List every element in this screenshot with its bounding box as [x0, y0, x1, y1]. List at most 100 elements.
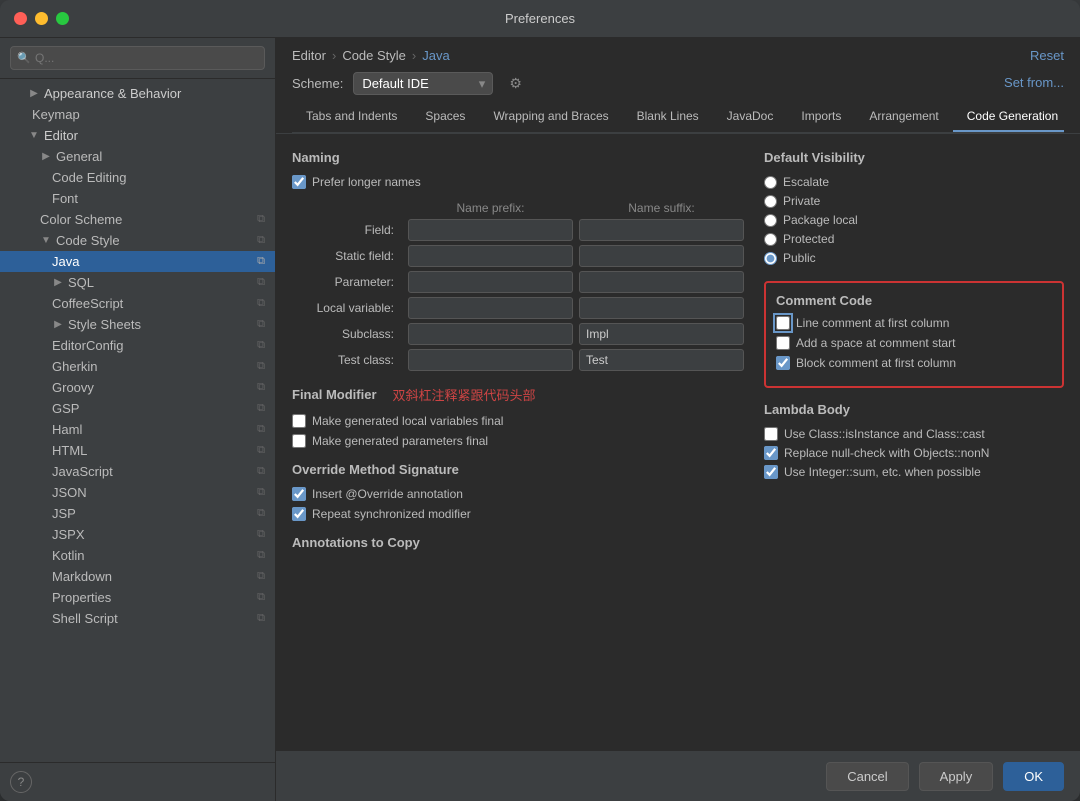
- breadcrumb-editor[interactable]: Editor: [292, 48, 326, 63]
- sidebar-item-editor[interactable]: ▼ Editor: [0, 125, 275, 146]
- field-prefix-input[interactable]: [408, 219, 573, 241]
- sidebar-item-stylesheets[interactable]: ▶ Style Sheets ⧉: [0, 314, 275, 335]
- static-field-suffix-input[interactable]: [579, 245, 744, 267]
- sidebar-item-shell-script[interactable]: Shell Script ⧉: [0, 608, 275, 629]
- static-field-label: Static field:: [292, 249, 402, 263]
- use-integer-sum-row: Use Integer::sum, etc. when possible: [764, 465, 1064, 479]
- titlebar: Preferences: [0, 0, 1080, 38]
- public-radio-row: Public: [764, 251, 1064, 265]
- sidebar-item-color-scheme[interactable]: Color Scheme ⧉: [0, 209, 275, 230]
- subclass-suffix-input[interactable]: [579, 323, 744, 345]
- replace-null-check-checkbox[interactable]: [764, 446, 778, 460]
- ok-button[interactable]: OK: [1003, 762, 1064, 791]
- visibility-section: Default Visibility Escalate Private Pack…: [764, 150, 1064, 265]
- tab-imports[interactable]: Imports: [787, 102, 855, 132]
- search-input[interactable]: [10, 46, 265, 70]
- escalate-radio[interactable]: [764, 176, 777, 189]
- prefer-longer-checkbox[interactable]: [292, 175, 306, 189]
- private-radio-row: Private: [764, 194, 1064, 208]
- tab-blank-lines[interactable]: Blank Lines: [623, 102, 713, 132]
- sidebar-item-javascript[interactable]: JavaScript ⧉: [0, 461, 275, 482]
- sidebar-item-label: Color Scheme: [40, 212, 122, 227]
- tab-javadoc[interactable]: JavaDoc: [713, 102, 788, 132]
- tab-wrapping-braces[interactable]: Wrapping and Braces: [479, 102, 622, 132]
- local-var-prefix-input[interactable]: [408, 297, 573, 319]
- test-class-label: Test class:: [292, 353, 402, 367]
- use-class-instance-checkbox[interactable]: [764, 427, 778, 441]
- help-button[interactable]: ?: [10, 771, 32, 793]
- line-comment-checkbox[interactable]: [776, 316, 790, 330]
- content-area: Editor › Code Style › Java Reset Scheme:: [276, 38, 1080, 801]
- breadcrumb-java[interactable]: Java: [422, 48, 449, 63]
- sidebar-item-haml[interactable]: Haml ⧉: [0, 419, 275, 440]
- sidebar-item-gsp[interactable]: GSP ⧉: [0, 398, 275, 419]
- gear-button[interactable]: ⚙: [503, 73, 528, 94]
- minimize-button[interactable]: [35, 12, 48, 25]
- tab-arrangement[interactable]: Arrangement: [855, 102, 952, 132]
- scheme-label: Scheme:: [292, 76, 343, 91]
- use-class-instance-label: Use Class::isInstance and Class::cast: [784, 427, 985, 441]
- window-controls: [14, 12, 69, 25]
- tab-code-generation[interactable]: Code Generation: [953, 102, 1064, 132]
- sidebar-item-html[interactable]: HTML ⧉: [0, 440, 275, 461]
- subclass-prefix-input[interactable]: [408, 323, 573, 345]
- sidebar-item-keymap[interactable]: Keymap: [0, 104, 275, 125]
- local-var-suffix-input[interactable]: [579, 297, 744, 319]
- block-comment-checkbox[interactable]: [776, 356, 790, 370]
- sidebar-item-label: GSP: [52, 401, 79, 416]
- test-class-suffix-input[interactable]: [579, 349, 744, 371]
- sidebar-item-gherkin[interactable]: Gherkin ⧉: [0, 356, 275, 377]
- make-params-final-checkbox[interactable]: [292, 434, 306, 448]
- scheme-select[interactable]: Default IDE: [353, 72, 493, 95]
- sidebar-item-label: CoffeeScript: [52, 296, 123, 311]
- set-from-link[interactable]: Set from...: [1004, 71, 1064, 96]
- repeat-synchronized-checkbox[interactable]: [292, 507, 306, 521]
- sidebar-item-sql[interactable]: ▶ SQL ⧉: [0, 272, 275, 293]
- sidebar-item-properties[interactable]: Properties ⧉: [0, 587, 275, 608]
- maximize-button[interactable]: [56, 12, 69, 25]
- protected-radio[interactable]: [764, 233, 777, 246]
- name-prefix-header: Name prefix:: [408, 201, 573, 215]
- sidebar-item-general[interactable]: ▶ General: [0, 146, 275, 167]
- sidebar-item-coffeescript[interactable]: CoffeeScript ⧉: [0, 293, 275, 314]
- sidebar-item-jspx[interactable]: JSPX ⧉: [0, 524, 275, 545]
- add-space-checkbox[interactable]: [776, 336, 790, 350]
- sidebar-item-code-editing[interactable]: Code Editing: [0, 167, 275, 188]
- scheme-row: Scheme: Default IDE ⚙ Set from...: [292, 71, 1064, 96]
- field-suffix-input[interactable]: [579, 219, 744, 241]
- sidebar-item-appearance[interactable]: ▶ Appearance & Behavior: [0, 83, 275, 104]
- use-class-instance-row: Use Class::isInstance and Class::cast: [764, 427, 1064, 441]
- sidebar-item-code-style[interactable]: ▼ Code Style ⧉: [0, 230, 275, 251]
- reset-button[interactable]: Reset: [1030, 48, 1064, 63]
- replace-null-check-row: Replace null-check with Objects::nonN: [764, 446, 1064, 460]
- apply-button[interactable]: Apply: [919, 762, 994, 791]
- annotation-text: 双斜杠注释紧跟代码头部: [393, 385, 536, 404]
- sidebar-item-editorconfig[interactable]: EditorConfig ⧉: [0, 335, 275, 356]
- test-class-prefix-input[interactable]: [408, 349, 573, 371]
- sidebar-item-markdown[interactable]: Markdown ⧉: [0, 566, 275, 587]
- sidebar-item-json[interactable]: JSON ⧉: [0, 482, 275, 503]
- static-field-prefix-input[interactable]: [408, 245, 573, 267]
- sidebar-item-kotlin[interactable]: Kotlin ⧉: [0, 545, 275, 566]
- copy-icon: ⧉: [257, 402, 265, 415]
- static-field-row: Static field:: [292, 245, 744, 267]
- sidebar-item-label: JSP: [52, 506, 76, 521]
- sidebar-item-java[interactable]: Java ⧉: [0, 251, 275, 272]
- private-radio[interactable]: [764, 195, 777, 208]
- public-radio[interactable]: [764, 252, 777, 265]
- parameter-prefix-input[interactable]: [408, 271, 573, 293]
- sidebar-item-font[interactable]: Font: [0, 188, 275, 209]
- sidebar-item-jsp[interactable]: JSP ⧉: [0, 503, 275, 524]
- breadcrumb-code-style[interactable]: Code Style: [342, 48, 406, 63]
- cancel-button[interactable]: Cancel: [826, 762, 908, 791]
- close-button[interactable]: [14, 12, 27, 25]
- tab-spaces[interactable]: Spaces: [411, 102, 479, 132]
- package-local-radio[interactable]: [764, 214, 777, 227]
- parameter-suffix-input[interactable]: [579, 271, 744, 293]
- test-class-row: Test class:: [292, 349, 744, 371]
- make-local-final-checkbox[interactable]: [292, 414, 306, 428]
- insert-override-checkbox[interactable]: [292, 487, 306, 501]
- tab-tabs-indents[interactable]: Tabs and Indents: [292, 102, 411, 132]
- use-integer-sum-checkbox[interactable]: [764, 465, 778, 479]
- sidebar-item-groovy[interactable]: Groovy ⧉: [0, 377, 275, 398]
